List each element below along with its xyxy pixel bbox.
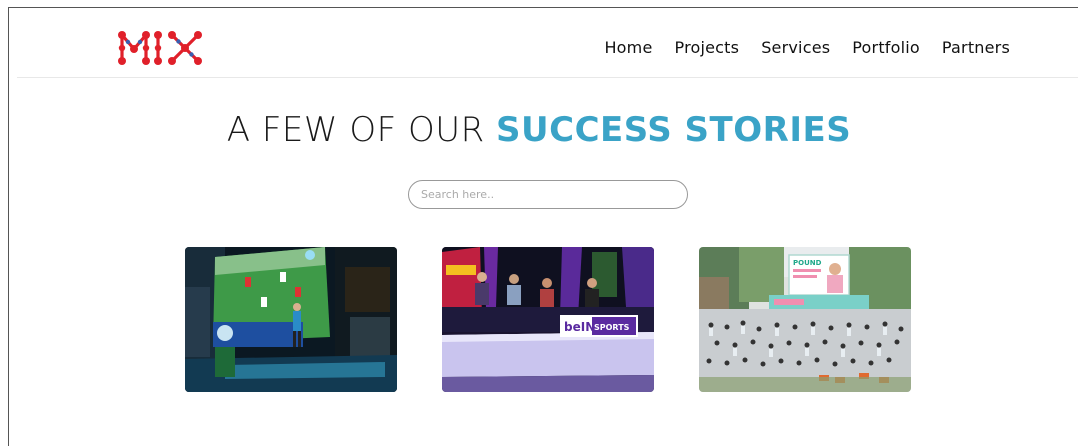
page-title-light: A FEW OF OUR: [226, 110, 497, 150]
nav-portfolio-link[interactable]: Portfolio: [852, 38, 920, 57]
main-nav: Home Projects Services Portfolio Partner…: [604, 38, 1010, 57]
nav-partners-link[interactable]: Partners: [942, 38, 1010, 57]
page-title-accent: SUCCESS STORIES: [496, 110, 852, 150]
nav-home-link[interactable]: Home: [604, 38, 652, 57]
site-header: Home Projects Services Portfolio Partner…: [17, 8, 1078, 78]
search-input[interactable]: [408, 180, 688, 209]
project-card-2[interactable]: beIN SPORTS: [442, 247, 654, 392]
search-box: [408, 180, 688, 209]
project-card-3[interactable]: POUND: [699, 247, 911, 392]
nav-services-link[interactable]: Services: [761, 38, 830, 57]
project-card-1[interactable]: [185, 247, 397, 392]
svg-text:SPORTS: SPORTS: [594, 323, 630, 332]
page-title: A FEW OF OUR SUCCESS STORIES: [0, 108, 1078, 152]
svg-text:beIN: beIN: [564, 320, 595, 334]
football-screen-event-photo-icon: [185, 247, 397, 392]
pound-fitness-event-photo-icon: POUND: [699, 247, 911, 392]
mix-logo-icon[interactable]: [118, 31, 204, 65]
bein-sports-panel-event-photo-icon: beIN SPORTS: [442, 247, 654, 392]
svg-text:POUND: POUND: [793, 259, 822, 267]
nav-projects-link[interactable]: Projects: [675, 38, 740, 57]
